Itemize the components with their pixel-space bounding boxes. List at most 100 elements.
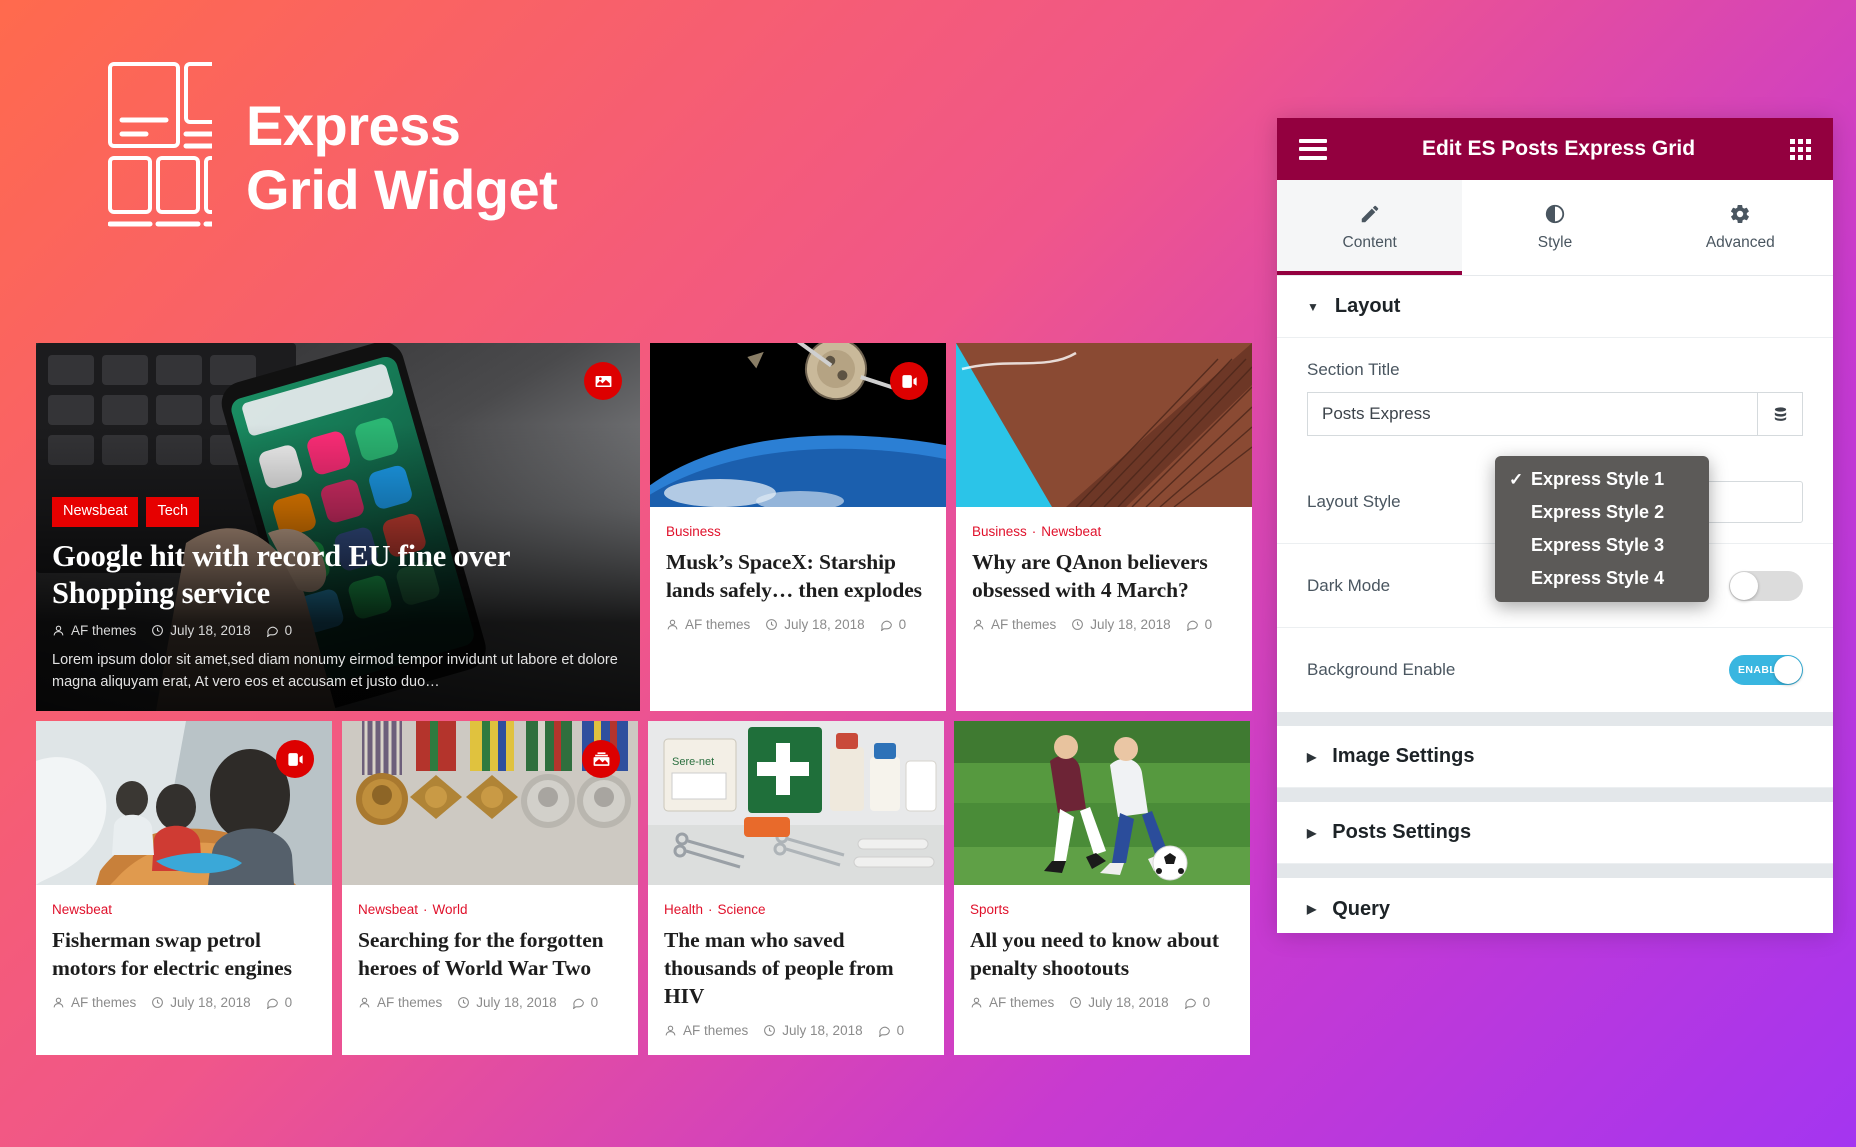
dropdown-option-label: Express Style 4: [1531, 568, 1665, 588]
media-badge-image: [584, 362, 622, 400]
category-link[interactable]: World: [433, 902, 468, 917]
post-thumbnail: [956, 343, 1252, 507]
clock-icon: [764, 1025, 776, 1037]
meta-comments: 0: [1184, 995, 1210, 1010]
post-categories: Newsbeat: [52, 902, 316, 917]
meta-date: July 18, 2018: [1069, 995, 1169, 1011]
panel-header: Edit ES Posts Express Grid: [1277, 118, 1833, 180]
tab-style[interactable]: Style: [1462, 180, 1647, 275]
meta-author: AF themes: [358, 995, 442, 1010]
post-categories: Sports: [970, 902, 1234, 917]
panel-body: ▼ Layout Section Title Layout Style Dark…: [1277, 276, 1833, 933]
background-enable-label: Background Enable: [1307, 660, 1456, 679]
clock-icon: [458, 997, 470, 1009]
page-root: Express Grid Widget Newsbeat Tech Google…: [0, 0, 1856, 1147]
meta-date-label: July 18, 2018: [1088, 995, 1169, 1011]
chevron-right-icon: ▶: [1307, 902, 1317, 916]
comment-icon: [1186, 621, 1198, 632]
chevron-right-icon: ▶: [1307, 825, 1317, 840]
category-chip[interactable]: Tech: [146, 497, 200, 527]
post-title[interactable]: Musk’s SpaceX: Starship lands safely… th…: [666, 548, 930, 604]
post-title[interactable]: Searching for the forgotten heroes of Wo…: [358, 926, 622, 982]
tab-advanced[interactable]: Advanced: [1648, 180, 1833, 275]
dropdown-option-style-3[interactable]: Express Style 3: [1495, 529, 1709, 562]
category-link[interactable]: Health: [664, 902, 703, 917]
section-layout-title: Layout: [1334, 295, 1401, 317]
featured-post-title[interactable]: Google hit with record EU fine over Shop…: [52, 538, 624, 612]
video-icon: [287, 752, 303, 766]
post-meta: AF themes July 18, 2018 0: [664, 1023, 928, 1038]
grid-dots-icon[interactable]: [1790, 138, 1811, 160]
category-link[interactable]: Science: [718, 902, 766, 917]
meta-author: AF themes: [666, 617, 750, 632]
meta-author: AF themes: [972, 617, 1056, 632]
category-link[interactable]: Business: [666, 524, 721, 539]
dropdown-option-style-1[interactable]: ✓ Express Style 1: [1495, 463, 1709, 496]
chevron-right-icon: ▶: [1307, 749, 1317, 764]
meta-author-label: AF themes: [683, 1023, 749, 1039]
background-enable-toggle[interactable]: ENABLE: [1729, 655, 1803, 685]
grid-layout-icon: [108, 62, 212, 254]
featured-post-card[interactable]: Newsbeat Tech Google hit with record EU …: [36, 343, 640, 711]
hero-title: Express Grid Widget: [246, 94, 558, 221]
section-title-label: Section Title: [1307, 360, 1400, 379]
dropdown-option-label: Express Style 3: [1531, 535, 1665, 555]
background-enable-control: Background Enable ENABLE: [1277, 628, 1833, 712]
meta-comments-label: 0: [896, 1023, 905, 1039]
meta-comments-label: 0: [590, 995, 599, 1011]
dropdown-option-style-4[interactable]: Express Style 4: [1495, 562, 1709, 595]
meta-comments-label: 0: [284, 622, 293, 638]
post-title[interactable]: Why are QAnon believers obsessed with 4 …: [972, 548, 1236, 604]
category-link[interactable]: Newsbeat: [358, 902, 418, 917]
post-title[interactable]: Fisherman swap petrol motors for electri…: [52, 926, 316, 982]
hamburger-icon[interactable]: [1299, 138, 1327, 160]
dynamic-tags-button[interactable]: [1757, 392, 1803, 436]
panel-tabs: Content Style Advanced: [1277, 180, 1833, 276]
meta-author: AF themes: [52, 623, 136, 638]
toggle-knob: [1730, 571, 1758, 600]
post-title[interactable]: All you need to know about penalty shoot…: [970, 926, 1234, 982]
section-query-header[interactable]: ▶ Query: [1277, 878, 1833, 933]
user-icon: [665, 1026, 676, 1036]
clock-icon: [152, 997, 164, 1009]
post-card-body: Business · Newsbeat Why are QAnon believer…: [956, 507, 1252, 649]
comment-icon: [572, 999, 584, 1010]
meta-comments: 0: [878, 1023, 905, 1039]
meta-comments: 0: [1186, 617, 1212, 632]
post-card[interactable]: Business · Newsbeat Why are QAnon believer…: [956, 343, 1252, 711]
category-link[interactable]: Sports: [970, 902, 1009, 917]
dropdown-option-style-2[interactable]: Express Style 2: [1495, 496, 1709, 529]
post-card[interactable]: Business Musk’s SpaceX: Starship lands s…: [650, 343, 946, 711]
video-icon: [901, 374, 917, 388]
meta-date-label: July 18, 2018: [170, 622, 251, 638]
chevron-down-icon: ▼: [1307, 299, 1319, 314]
section-image-settings-header[interactable]: ▶ Image Settings: [1277, 726, 1833, 788]
category-link[interactable]: Newsbeat: [52, 902, 112, 917]
post-card[interactable]: Sports All you need to know about penalt…: [954, 721, 1250, 1056]
meta-date: July 18, 2018: [1071, 617, 1171, 633]
post-thumbnail: [954, 721, 1250, 885]
dark-mode-label: Dark Mode: [1307, 575, 1391, 595]
post-title[interactable]: The man who saved thousands of people fr…: [664, 926, 928, 1010]
post-meta: AF themes July 18, 2018 0: [970, 995, 1234, 1010]
meta-date-label: July 18, 2018: [1090, 617, 1171, 633]
section-posts-settings-header[interactable]: ▶ Posts Settings: [1277, 802, 1833, 864]
section-title-input[interactable]: [1307, 392, 1757, 436]
tab-content[interactable]: Content: [1277, 180, 1463, 275]
post-card[interactable]: Sere-net Health · Science The man who sa…: [648, 721, 944, 1056]
section-layout-header[interactable]: ▼ Layout: [1277, 276, 1833, 338]
category-link[interactable]: Newsbeat: [1041, 524, 1101, 539]
tab-style-label: Style: [1537, 234, 1573, 251]
dark-mode-toggle[interactable]: [1729, 570, 1803, 601]
post-card[interactable]: Newsbeat · World Searching for the forgott…: [342, 721, 638, 1056]
meta-comments-label: 0: [284, 995, 293, 1011]
category-separator: ·: [423, 902, 428, 917]
post-card-body: Health · Science The man who saved thousan…: [648, 885, 944, 1055]
layout-style-dropdown[interactable]: ✓ Express Style 1 Express Style 2 Expres…: [1495, 456, 1709, 602]
post-card[interactable]: Newsbeat Fisherman swap petrol motors fo…: [36, 721, 332, 1056]
user-icon: [359, 997, 370, 1008]
category-chip[interactable]: Newsbeat: [52, 497, 139, 527]
media-badge-gallery: [582, 740, 620, 778]
meta-comments: 0: [572, 995, 599, 1011]
category-link[interactable]: Business: [972, 524, 1027, 539]
